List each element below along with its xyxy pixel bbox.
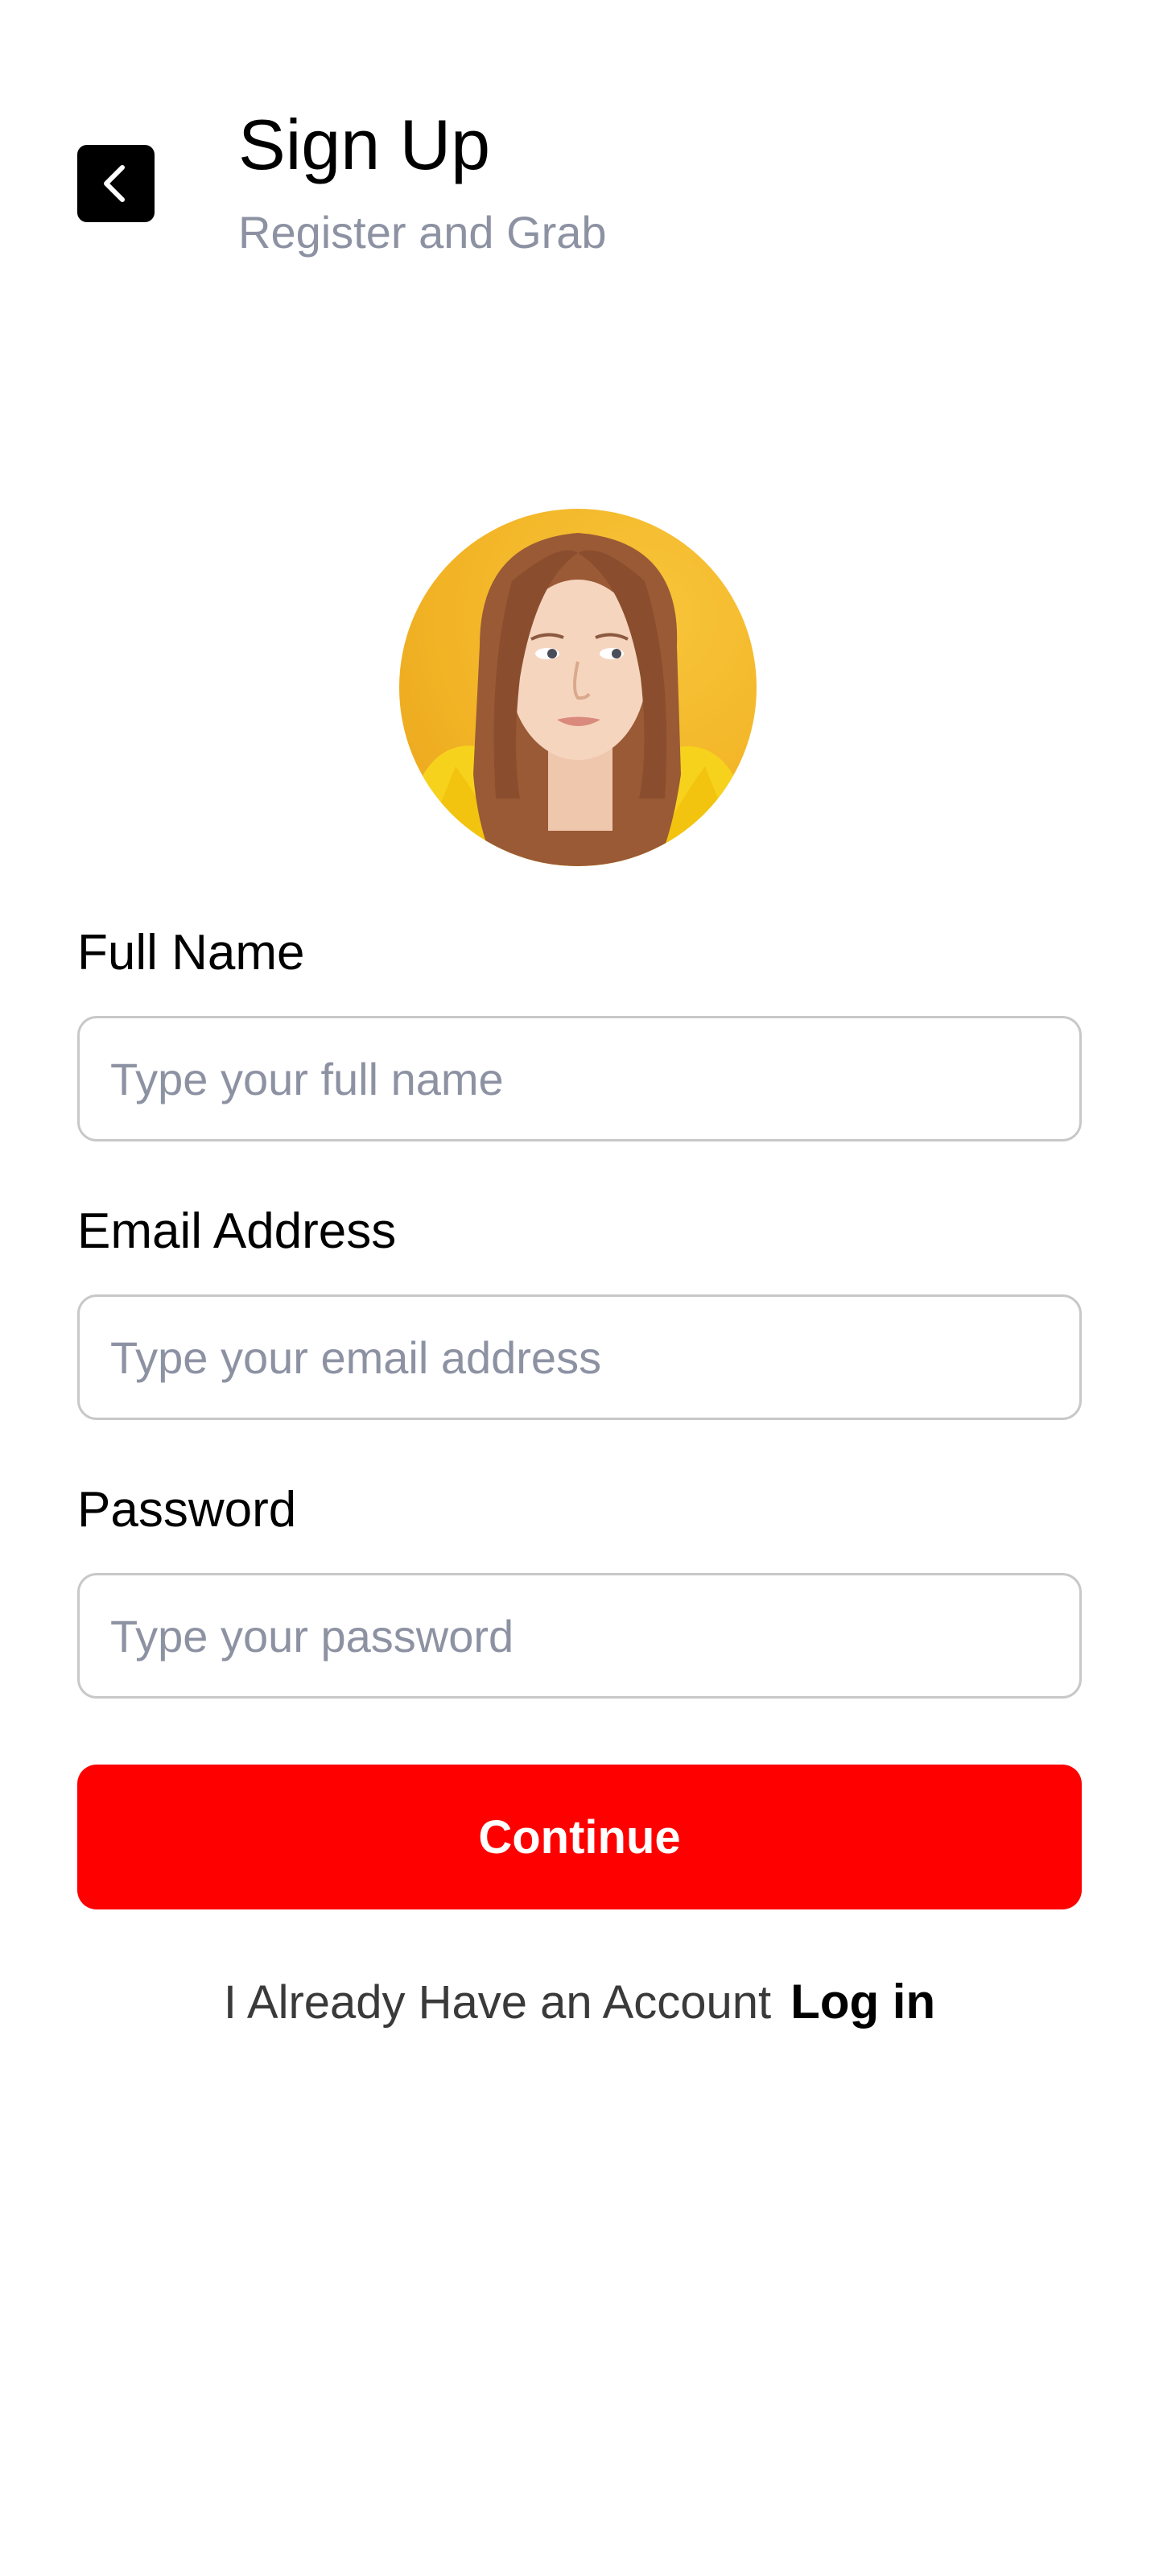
back-button[interactable] — [77, 145, 155, 222]
email-label: Email Address — [77, 1203, 397, 1259]
continue-button[interactable]: Continue — [77, 1765, 1082, 1909]
full-name-input[interactable] — [77, 1016, 1082, 1141]
page-subtitle: Register and Grab — [238, 207, 607, 258]
avatar[interactable] — [399, 509, 757, 866]
chevron-left-icon — [93, 161, 138, 206]
login-link[interactable]: Log in — [790, 1974, 935, 2029]
profile-photo — [399, 533, 757, 866]
login-prompt: I Already Have an Account — [223, 1976, 772, 2029]
email-input[interactable] — [77, 1294, 1082, 1420]
full-name-label: Full Name — [77, 925, 305, 980]
password-input[interactable] — [77, 1573, 1082, 1699]
password-label: Password — [77, 1482, 297, 1538]
login-row: I Already Have an Account Log in — [0, 1974, 1159, 2029]
page-title: Sign Up — [238, 105, 491, 184]
